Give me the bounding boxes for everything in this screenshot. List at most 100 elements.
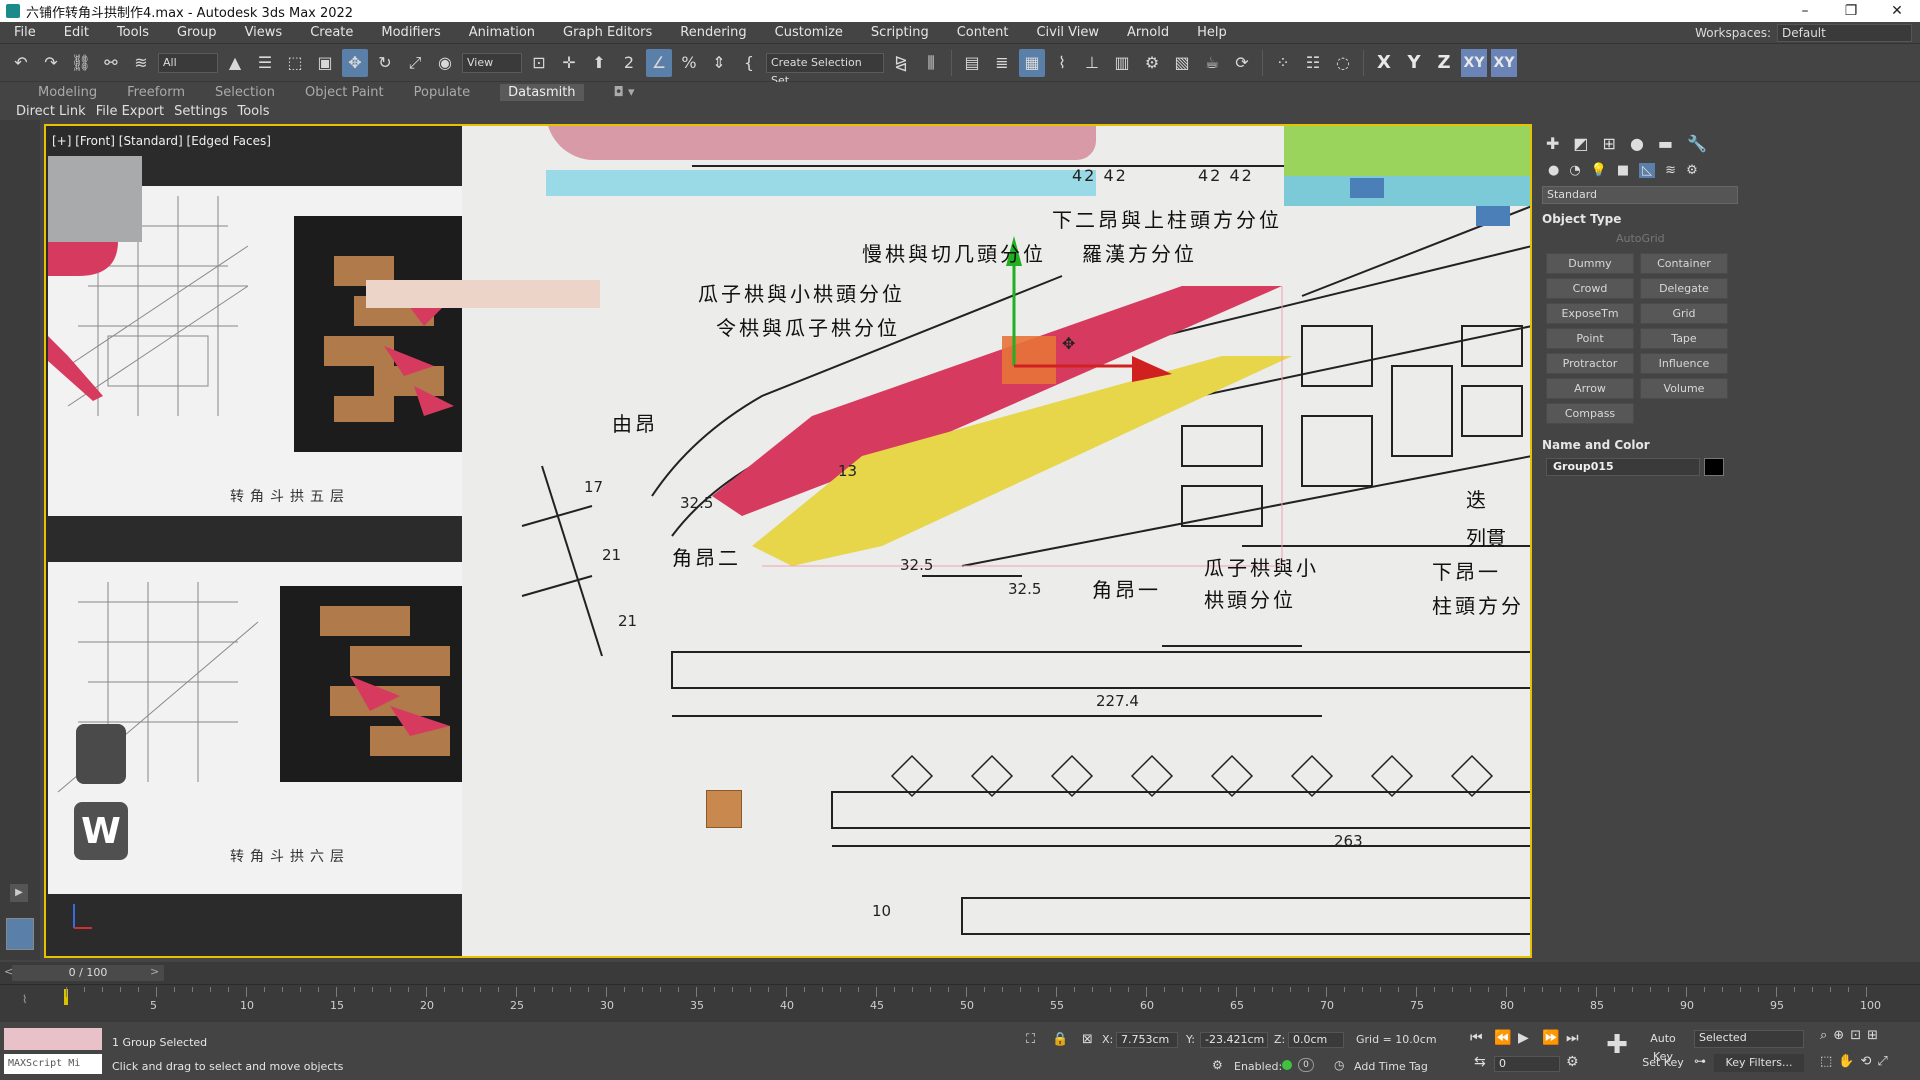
percent-snap-icon[interactable]: % <box>676 49 702 77</box>
shapes-icon[interactable]: ◔ <box>1569 163 1580 178</box>
menu-animation[interactable]: Animation <box>455 25 549 40</box>
axis-xy-cycle-button[interactable]: XY <box>1491 48 1517 77</box>
menu-graph-editors[interactable]: Graph Editors <box>549 25 666 40</box>
menu-scripting[interactable]: Scripting <box>857 25 943 40</box>
ribbon-options-icon[interactable]: ◘ ▾ <box>614 85 665 100</box>
angle-snap-icon[interactable]: ∠ <box>646 48 672 77</box>
maxscript-listener[interactable]: MAXScript Mi <box>4 1028 102 1076</box>
volume-button[interactable]: Volume <box>1640 378 1728 399</box>
display-tab-icon[interactable]: ▬ <box>1658 134 1673 153</box>
axis-xy-button[interactable]: XY <box>1461 48 1487 77</box>
lock-icon[interactable]: 🔒 <box>1052 1032 1068 1047</box>
exposetm-button[interactable]: ExposeTm <box>1546 303 1634 324</box>
place-icon[interactable]: ◉ <box>432 49 458 77</box>
zoom-icon[interactable]: ⌕ <box>1820 1028 1827 1043</box>
enabled-counter[interactable]: 0 <box>1298 1058 1314 1072</box>
container-button[interactable]: Container <box>1640 253 1728 274</box>
prev-key-icon[interactable]: ⏪ <box>1494 1030 1511 1046</box>
auto-key-button[interactable]: Auto Key <box>1640 1030 1686 1063</box>
minimize-button[interactable]: – <box>1782 0 1828 22</box>
spacewarps-icon[interactable]: ≋ <box>1665 163 1676 178</box>
object-color-swatch[interactable] <box>1704 458 1724 476</box>
restore-button[interactable]: ❐ <box>1828 0 1874 22</box>
enabled-indicator[interactable] <box>1282 1060 1292 1070</box>
cameras-icon[interactable]: ■ <box>1617 163 1629 178</box>
delegate-button[interactable]: Delegate <box>1640 278 1728 299</box>
compass-button[interactable]: Compass <box>1546 403 1634 424</box>
menu-customize[interactable]: Customize <box>761 25 857 40</box>
material-editor-icon[interactable]: ▥ <box>1109 49 1135 77</box>
x-coordinate-field[interactable]: 7.753cm <box>1116 1032 1178 1048</box>
menu-file[interactable]: File <box>0 25 50 40</box>
spinner-snap-icon[interactable]: ⇕ <box>706 49 732 77</box>
front-viewport[interactable]: 转角斗拱五层 转角斗拱六层 W [+] [Front] [Standard] [… <box>44 124 1532 958</box>
zoom-extents-icon[interactable]: ⊡ <box>1850 1028 1861 1043</box>
time-slider-thumb[interactable]: 0 / 100 <box>12 965 164 981</box>
menu-create[interactable]: Create <box>296 25 367 40</box>
maxscript-mini[interactable]: MAXScript Mi <box>4 1054 102 1074</box>
maximize-viewport-icon[interactable]: ⤢ <box>1877 1054 1887 1069</box>
select-rotate-icon[interactable]: ↻ <box>372 49 398 77</box>
arrow-button[interactable]: Arrow <box>1546 378 1634 399</box>
tools-button[interactable]: Tools <box>237 104 269 119</box>
select-object-icon[interactable]: ▲ <box>222 49 248 77</box>
y-coordinate-field[interactable]: -23.421cm <box>1200 1032 1268 1048</box>
menu-arnold[interactable]: Arnold <box>1113 25 1183 40</box>
grid-button[interactable]: Grid <box>1640 303 1728 324</box>
direct-link-button[interactable]: Direct Link <box>16 104 86 119</box>
expand-icon[interactable]: ▶ <box>10 884 28 902</box>
orbit-icon[interactable]: ⟲ <box>1860 1054 1871 1069</box>
time-tag-icon[interactable]: ◷ <box>1334 1058 1344 1072</box>
align-icon[interactable]: ⫼ <box>918 49 944 77</box>
file-export-button[interactable]: File Export <box>96 104 164 119</box>
curve-editor-icon[interactable]: ⌇ <box>1049 49 1075 77</box>
viewport-label[interactable]: [+] [Front] [Standard] [Edged Faces] <box>52 134 271 148</box>
tab-populate[interactable]: Populate <box>414 85 501 100</box>
rendered-frame-icon[interactable]: ▧ <box>1169 49 1195 77</box>
pan-icon[interactable]: ✋ <box>1838 1054 1854 1069</box>
edit-named-selection-icon[interactable]: { <box>736 49 762 77</box>
tab-selection[interactable]: Selection <box>215 85 305 100</box>
z-coordinate-field[interactable]: 0.0cm <box>1288 1032 1344 1048</box>
snap-toggle-icon[interactable]: 2 <box>616 49 642 77</box>
key-selection-dropdown[interactable]: Selected <box>1694 1030 1804 1048</box>
isolate-icon[interactable]: ⛶ <box>1026 1032 1035 1047</box>
keyboard-shortcut-icon[interactable]: ⬆ <box>586 49 612 77</box>
key-mode-icon[interactable]: ⇆ <box>1474 1054 1486 1070</box>
point-button[interactable]: Point <box>1546 328 1634 349</box>
helpers-icon[interactable]: ◺ <box>1639 163 1656 178</box>
helper-category-dropdown[interactable]: Standard <box>1542 186 1738 204</box>
stack-icon[interactable]: ☷ <box>1300 49 1326 77</box>
redo-icon[interactable]: ↷ <box>38 49 64 77</box>
select-scale-icon[interactable]: ⤢ <box>402 49 428 77</box>
render-cloud-icon[interactable]: ⟳ <box>1229 49 1255 77</box>
close-button[interactable]: ✕ <box>1874 0 1920 22</box>
utilities-tab-icon[interactable]: 🔧 <box>1687 134 1707 153</box>
tape-button[interactable]: Tape <box>1640 328 1728 349</box>
ribbon-toggle-icon[interactable]: ▦ <box>1019 48 1045 77</box>
modify-tab-icon[interactable]: ◩ <box>1573 134 1588 153</box>
lights-icon[interactable]: 💡 <box>1591 163 1607 178</box>
render-setup-icon[interactable]: ⚙ <box>1139 49 1165 77</box>
workspaces-dropdown[interactable]: Default <box>1777 24 1912 42</box>
motion-tab-icon[interactable]: ● <box>1630 134 1644 153</box>
menu-rendering[interactable]: Rendering <box>666 25 760 40</box>
track-bar[interactable]: ⌇ 5 10 15 20 25 30 35 40 45 50 55 60 65 70 75 80 85 90 95 1… <box>0 984 1920 1022</box>
axis-y-button[interactable]: Y <box>1401 49 1427 77</box>
geometry-icon[interactable]: ● <box>1548 163 1559 178</box>
crowd-button[interactable]: Crowd <box>1546 278 1634 299</box>
mini-curve-icon[interactable]: ⌇ <box>22 993 27 1006</box>
tab-modeling[interactable]: Modeling <box>38 85 127 100</box>
selection-filter-dropdown[interactable]: All <box>158 52 218 73</box>
time-config-icon[interactable]: ⚙ <box>1566 1054 1579 1070</box>
undo-icon[interactable]: ↶ <box>8 49 34 77</box>
add-time-tag[interactable]: Add Time Tag <box>1354 1060 1428 1073</box>
rect-selection-icon[interactable]: ⬚ <box>282 49 308 77</box>
settings-button[interactable]: Settings <box>174 104 227 119</box>
create-tab-icon[interactable]: ✚ <box>1546 134 1559 153</box>
influence-button[interactable]: Influence <box>1640 353 1728 374</box>
menu-modifiers[interactable]: Modifiers <box>367 25 454 40</box>
key-filters-button[interactable]: Key Filters... <box>1714 1054 1804 1072</box>
hierarchy-tab-icon[interactable]: ⊞ <box>1603 134 1616 153</box>
field-of-view-icon[interactable]: ⬚ <box>1820 1054 1832 1069</box>
